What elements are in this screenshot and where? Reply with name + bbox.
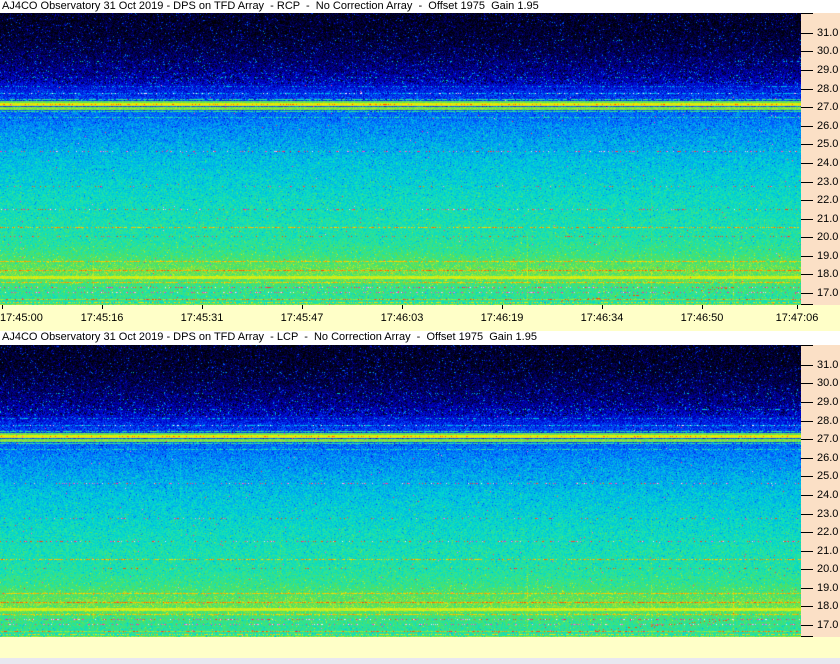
freq-tick-label: 17.0: [817, 287, 839, 299]
time-tick: [502, 305, 503, 309]
freq-tick-label: 19.0: [817, 582, 839, 594]
freq-tick-label: 21.0: [817, 213, 839, 225]
freq-tick: [801, 569, 813, 570]
freq-tick-label: 24.0: [817, 489, 839, 501]
spectrogram-canvas-rcp[interactable]: [0, 13, 801, 305]
time-tick: [602, 305, 603, 309]
freq-tick: [801, 219, 813, 220]
spectrogram-canvas-lcp[interactable]: [0, 345, 801, 637]
freq-tick: [801, 200, 813, 201]
freq-tick: [801, 126, 813, 127]
freq-tick: [801, 458, 813, 459]
freq-tick: [801, 495, 813, 496]
freq-tick: [801, 144, 813, 145]
freq-tick-label: 31.0: [817, 359, 839, 371]
time-tick: [202, 305, 203, 309]
time-tick-label: 17:47:06: [775, 312, 819, 324]
time-tick-label: 17:46:34: [580, 312, 624, 324]
freq-tick: [801, 163, 813, 164]
freq-tick: [801, 274, 813, 275]
freq-tick: [801, 182, 813, 183]
freq-tick: [801, 237, 813, 238]
time-tick-label: 17:45:31: [180, 312, 224, 324]
freq-tick-label: 30.0: [817, 45, 839, 57]
freq-tick: [801, 383, 813, 384]
spectrogram-panel-rcp: AJ4CO Observatory 31 Oct 2019 - DPS on T…: [0, 0, 840, 331]
freq-tick: [801, 588, 813, 589]
freq-tick-label: 31.0: [817, 27, 839, 39]
freq-tick: [801, 625, 813, 626]
freq-tick: [801, 532, 813, 533]
freq-tick-label: 20.0: [817, 231, 839, 243]
freq-tick: [801, 33, 813, 34]
time-tick: [797, 305, 798, 309]
freq-tick-label: 22.0: [817, 194, 839, 206]
freq-edge-tick: [801, 13, 813, 14]
freq-tick: [801, 365, 813, 366]
time-tick-label: 17:46:19: [480, 312, 524, 324]
freq-tick: [801, 89, 813, 90]
freq-tick-label: 26.0: [817, 452, 839, 464]
freq-edge-tick: [801, 345, 813, 346]
freq-tick: [801, 51, 813, 52]
window-bottom-margin: [0, 658, 840, 664]
freq-tick-label: 18.0: [817, 268, 839, 280]
frequency-axis-lcp: 31.0 30.0 29.0 28.0 27.0 26.0 25.0 24.0 23.0 22.0…: [801, 345, 840, 637]
freq-tick-label: 24.0: [817, 157, 839, 169]
freq-tick-label: 19.0: [817, 250, 839, 262]
plot-area-rcp: 31.0 30.0 29.0 28.0 27.0 26.0 25.0 24.0 23.0 22.0…: [0, 13, 840, 305]
freq-tick: [801, 439, 813, 440]
freq-tick: [801, 70, 813, 71]
time-tick-label: 17:46:50: [680, 312, 724, 324]
freq-tick-label: 27.0: [817, 101, 839, 113]
freq-tick-label: 26.0: [817, 120, 839, 132]
freq-tick-label: 25.0: [817, 138, 839, 150]
freq-tick: [801, 551, 813, 552]
freq-tick: [801, 402, 813, 403]
freq-tick-label: 28.0: [817, 83, 839, 95]
time-tick-label: 17:46:03: [380, 312, 424, 324]
time-tick: [702, 305, 703, 309]
time-tick-label: 17:45:16: [80, 312, 124, 324]
freq-tick: [801, 514, 813, 515]
freq-tick-label: 28.0: [817, 415, 839, 427]
freq-tick-label: 27.0: [817, 433, 839, 445]
freq-tick-label: 20.0: [817, 563, 839, 575]
time-axis-lcp: [0, 637, 840, 658]
freq-tick: [801, 421, 813, 422]
freq-tick-label: 18.0: [817, 600, 839, 612]
time-tick: [102, 305, 103, 309]
freq-tick-label: 21.0: [817, 545, 839, 557]
freq-tick-label: 29.0: [817, 396, 839, 408]
time-tick: [402, 305, 403, 309]
freq-tick: [801, 476, 813, 477]
freq-tick: [801, 293, 813, 294]
freq-tick-label: 22.0: [817, 526, 839, 538]
freq-tick-label: 25.0: [817, 470, 839, 482]
time-tick: [2, 305, 3, 309]
time-tick-label: 17:45:47: [280, 312, 324, 324]
panel-title-lcp: AJ4CO Observatory 31 Oct 2019 - DPS on T…: [0, 331, 840, 345]
panel-title-rcp: AJ4CO Observatory 31 Oct 2019 - DPS on T…: [0, 0, 840, 13]
plot-area-lcp: 31.0 30.0 29.0 28.0 27.0 26.0 25.0 24.0 23.0 22.0…: [0, 345, 840, 637]
freq-tick-label: 30.0: [817, 377, 839, 389]
time-tick: [302, 305, 303, 309]
freq-tick: [801, 107, 813, 108]
freq-tick-label: 23.0: [817, 176, 839, 188]
freq-tick: [801, 256, 813, 257]
freq-tick-label: 17.0: [817, 619, 839, 631]
time-axis-rcp: 17:45:00 17:45:16 17:45:31 17:45:47 17:46:03…: [0, 305, 840, 331]
freq-tick: [801, 606, 813, 607]
radio-sky-spectrograph-window: AJ4CO Observatory 31 Oct 2019 - DPS on T…: [0, 0, 840, 664]
freq-tick-label: 29.0: [817, 64, 839, 76]
freq-tick-label: 23.0: [817, 508, 839, 520]
frequency-axis-rcp: 31.0 30.0 29.0 28.0 27.0 26.0 25.0 24.0 23.0 22.0…: [801, 13, 840, 305]
spectrogram-panel-lcp: AJ4CO Observatory 31 Oct 2019 - DPS on T…: [0, 331, 840, 658]
